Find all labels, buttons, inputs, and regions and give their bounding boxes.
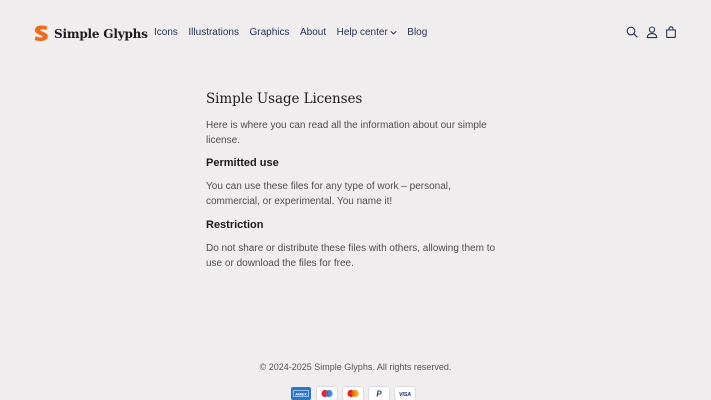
nav-item-graphics[interactable]: Graphics xyxy=(249,27,289,38)
visa-logo: VISA xyxy=(399,392,411,398)
section-body-permitted-use: You can use these files for any type of … xyxy=(206,181,451,207)
section-body-restriction: Do not share or distribute these files w… xyxy=(206,243,496,269)
search-icon[interactable] xyxy=(625,25,639,39)
nav-item-help-center-label: Help center xyxy=(336,27,388,38)
mastercard-logo xyxy=(347,389,359,398)
payment-methods: AMEX P VISA xyxy=(291,387,421,400)
paypal-label: P xyxy=(376,390,382,399)
nav-item-about[interactable]: About xyxy=(300,27,326,38)
paypal-logo: P xyxy=(376,390,382,399)
cart-icon[interactable] xyxy=(664,25,678,39)
visa-label: VISA xyxy=(399,392,411,398)
amex-icon: AMEX xyxy=(291,387,311,400)
section-heading-restriction: Restriction xyxy=(206,219,264,231)
nav-item-help-center[interactable]: Help center xyxy=(337,27,397,38)
s-logo-icon xyxy=(34,25,48,42)
page-title: Simple Usage Licenses xyxy=(206,91,363,107)
license-content: Simple Usage Licenses Here is where you … xyxy=(206,89,506,271)
mastercard-icon xyxy=(343,387,363,400)
section-heading-permitted-use: Permitted use xyxy=(206,157,279,169)
chevron-down-icon xyxy=(390,31,397,35)
amex-logo: AMEX xyxy=(293,390,309,397)
copyright-text: © 2024-2025 Simple Glyphs. All rights re… xyxy=(259,362,452,372)
nav-item-icons[interactable]: Icons xyxy=(154,27,178,38)
logo-link[interactable]: Simple Glyphs xyxy=(34,25,148,42)
nav-item-blog[interactable]: Blog xyxy=(407,27,427,38)
intro-text: Here is where you can read all the infor… xyxy=(206,120,487,146)
main-nav: Icons Illustrations Graphics About Help … xyxy=(154,27,438,38)
maestro-logo xyxy=(321,389,333,398)
brand-name: Simple Glyphs xyxy=(54,26,148,41)
amex-label: AMEX xyxy=(295,391,307,396)
paypal-icon: P xyxy=(369,387,389,400)
maestro-icon xyxy=(317,387,337,400)
visa-icon: VISA xyxy=(395,387,415,400)
site-header: Simple Glyphs Icons Illustrations Graphi… xyxy=(0,0,711,68)
nav-item-illustrations[interactable]: Illustrations xyxy=(188,27,239,38)
account-icon[interactable] xyxy=(645,25,659,39)
header-actions xyxy=(620,25,679,39)
